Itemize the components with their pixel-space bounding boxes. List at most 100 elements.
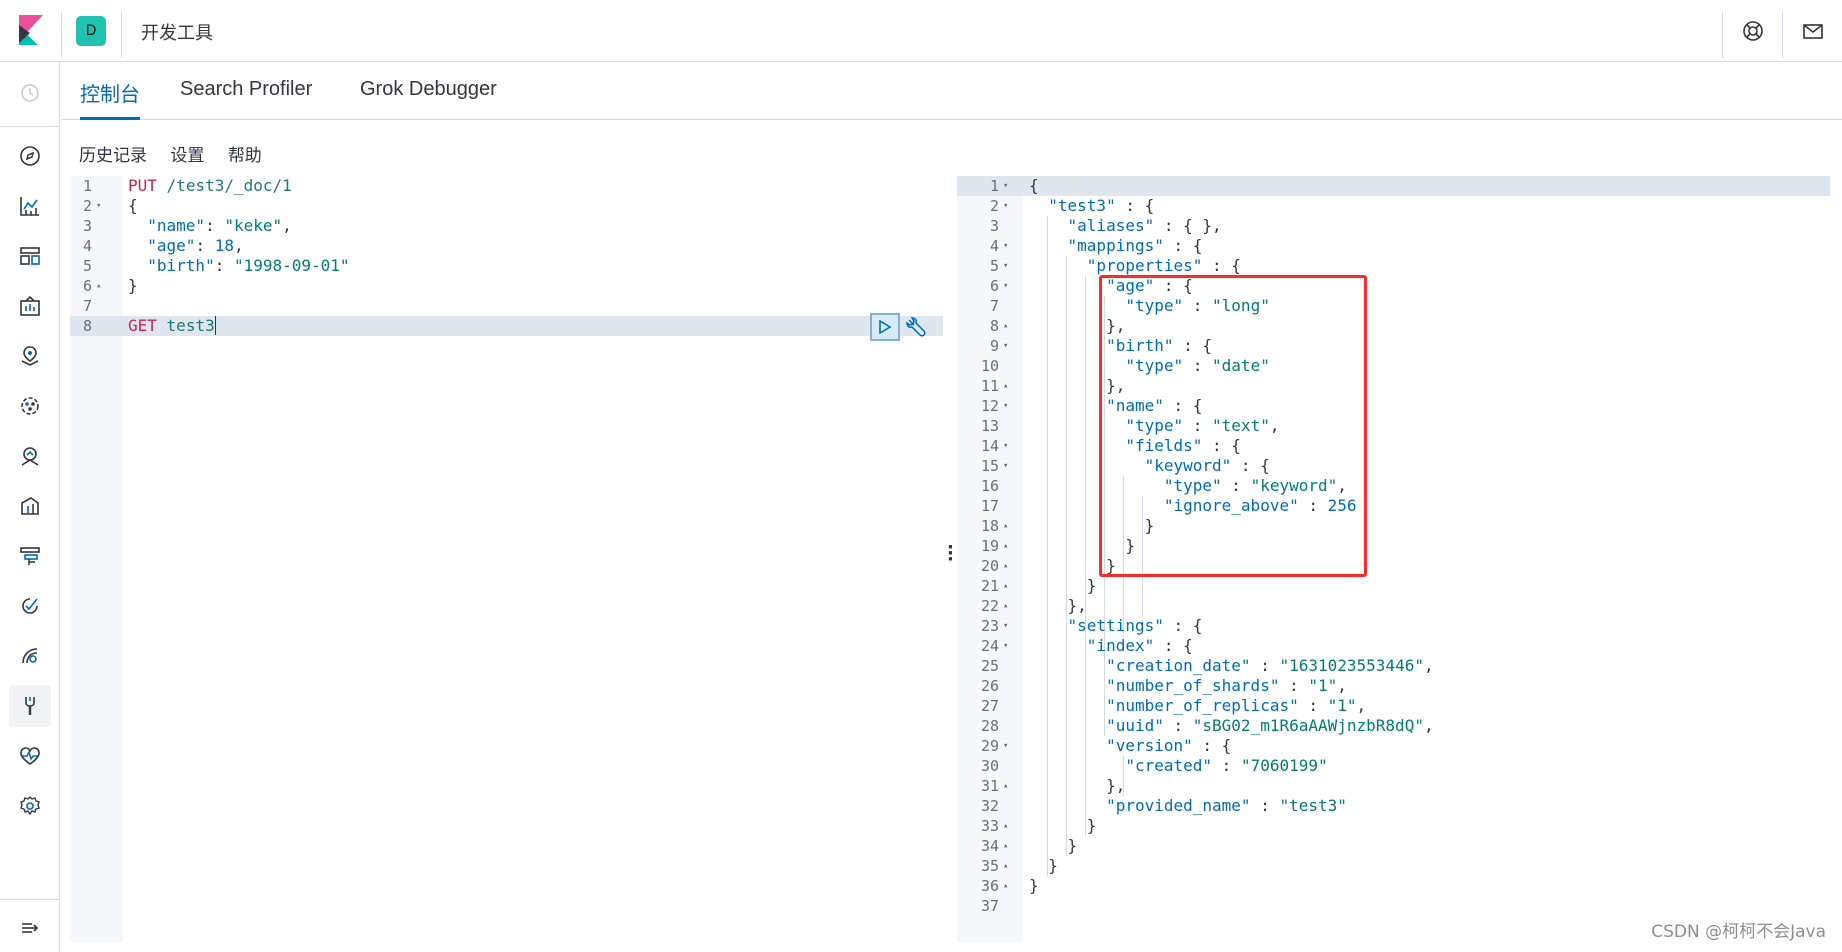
fold-toggle-icon[interactable]: ▾ xyxy=(1003,436,1008,456)
active-line-highlight xyxy=(957,176,1830,196)
line-number: 21 xyxy=(980,577,999,595)
fold-toggle-icon[interactable]: ▾ xyxy=(1003,196,1008,216)
request-line: } xyxy=(128,276,138,295)
line-number: 24 xyxy=(980,637,999,655)
siem-icon[interactable] xyxy=(15,641,45,671)
dashboard-icon[interactable] xyxy=(15,241,45,271)
line-number: 1 xyxy=(989,177,999,195)
canvas-icon[interactable] xyxy=(15,291,45,321)
response-line: }, xyxy=(1067,596,1087,615)
fold-toggle-icon[interactable]: ▴ xyxy=(1003,876,1008,896)
tab-grok-debugger[interactable]: Grok Debugger xyxy=(360,78,497,120)
monitoring-icon[interactable] xyxy=(15,741,45,771)
line-number: 22 xyxy=(980,597,999,615)
maps-icon[interactable] xyxy=(15,341,45,371)
fold-toggle-icon[interactable]: ▾ xyxy=(1003,336,1008,356)
fold-toggle-icon[interactable]: ▾ xyxy=(1003,616,1008,636)
line-number: 10 xyxy=(980,357,999,375)
history-link[interactable]: 历史记录 xyxy=(79,146,147,166)
line-number: 32 xyxy=(980,797,999,815)
line-number: 11 xyxy=(980,377,999,395)
line-number: 3 xyxy=(989,217,999,235)
line-number: 29 xyxy=(980,737,999,755)
fold-toggle-icon[interactable]: ▴ xyxy=(1003,536,1008,556)
send-request-button[interactable] xyxy=(870,313,900,341)
fold-toggle-icon[interactable]: ▴ xyxy=(1003,376,1008,396)
fold-toggle-icon[interactable]: ▴ xyxy=(96,276,101,296)
tab-search-profiler[interactable]: Search Profiler xyxy=(180,78,312,120)
fold-toggle-icon[interactable]: ▴ xyxy=(1003,596,1008,616)
response-line: } xyxy=(1086,576,1097,595)
response-line: } xyxy=(1048,856,1058,875)
response-line: } xyxy=(1086,816,1097,835)
line-number: 27 xyxy=(980,697,999,715)
response-line: { xyxy=(1029,176,1039,195)
fold-toggle-icon[interactable]: ▾ xyxy=(1003,276,1008,296)
fold-toggle-icon[interactable]: ▾ xyxy=(1003,236,1008,256)
clock-icon[interactable] xyxy=(15,78,45,108)
line-number: 6 xyxy=(82,277,92,295)
line-number: 5 xyxy=(82,257,92,275)
response-line: "test3" : { xyxy=(1048,196,1155,215)
line-number: 23 xyxy=(980,617,999,635)
infrastructure-icon[interactable] xyxy=(15,441,45,471)
line-number: 26 xyxy=(980,677,999,695)
ml-icon[interactable] xyxy=(15,391,45,421)
page-title: 开发工具 xyxy=(141,23,213,44)
fold-toggle-icon[interactable]: ▴ xyxy=(1003,776,1008,796)
line-number: 33 xyxy=(980,817,999,835)
line-number: 8 xyxy=(82,317,92,335)
fold-toggle-icon[interactable]: ▾ xyxy=(1003,736,1008,756)
mail-icon[interactable] xyxy=(1800,18,1826,44)
request-actions-button[interactable] xyxy=(902,313,930,341)
line-number: 1 xyxy=(82,177,92,195)
line-number: 20 xyxy=(980,557,999,575)
chart-icon[interactable] xyxy=(15,191,45,221)
response-line: "aliases" : { }, xyxy=(1067,216,1222,235)
fold-toggle-icon[interactable]: ▾ xyxy=(1003,636,1008,656)
tab-console[interactable]: 控制台 xyxy=(80,78,140,120)
line-number: 16 xyxy=(980,477,999,495)
space-avatar[interactable]: D xyxy=(76,16,106,46)
request-editor[interactable]: 1 2 ▾ 3 4 5 6 ▴ 7 8 PUT /test3/_doc/1 { "name": "… xyxy=(70,176,943,942)
help-lifebuoy-icon[interactable] xyxy=(1740,18,1766,44)
management-icon[interactable] xyxy=(15,791,45,821)
dev-tools-icon[interactable] xyxy=(9,685,51,727)
annotation-highlight-box xyxy=(1099,275,1367,577)
apm-icon[interactable] xyxy=(15,541,45,571)
response-line: "version" : { xyxy=(1106,736,1232,755)
fold-toggle-icon[interactable]: ▴ xyxy=(1003,816,1008,836)
compass-icon[interactable] xyxy=(15,141,45,171)
fold-toggle-icon[interactable]: ▴ xyxy=(1003,856,1008,876)
logs-icon[interactable] xyxy=(15,491,45,521)
response-editor: 1 ▾ 2 ▾ 3 4 ▾ 5 ▾ 6 ▾ 7 8 ▴ 9 ▾ 10 11 ▴ 12 ▾ 13 14 ▾ 15 ▾ 16 17 18 ▴ 1… xyxy=(957,176,1830,942)
help-link[interactable]: 帮助 xyxy=(228,146,262,166)
fold-toggle-icon[interactable]: ▴ xyxy=(1003,556,1008,576)
settings-link[interactable]: 设置 xyxy=(170,146,204,166)
request-line: PUT /test3/_doc/1 xyxy=(128,176,292,195)
fold-toggle-icon[interactable]: ▾ xyxy=(96,196,101,216)
line-number: 19 xyxy=(980,537,999,555)
uptime-icon[interactable] xyxy=(15,591,45,621)
fold-toggle-icon[interactable]: ▾ xyxy=(1003,176,1008,196)
dev-tools-tabs: 控制台 Search Profiler Grok Debugger xyxy=(61,62,1842,120)
line-number: 3 xyxy=(82,217,92,235)
kibana-logo-icon[interactable] xyxy=(16,15,46,45)
fold-toggle-icon[interactable]: ▾ xyxy=(1003,396,1008,416)
nav-separator xyxy=(0,126,60,127)
fold-toggle-icon[interactable]: ▾ xyxy=(1003,456,1008,476)
fold-toggle-icon[interactable]: ▴ xyxy=(1003,576,1008,596)
fold-toggle-icon[interactable]: ▴ xyxy=(1003,316,1008,336)
line-number: 14 xyxy=(980,437,999,455)
fold-toggle-icon[interactable]: ▴ xyxy=(1003,516,1008,536)
pane-resize-handle[interactable]: · · · xyxy=(947,539,954,569)
line-number: 37 xyxy=(980,897,999,915)
header-divider xyxy=(1722,12,1723,58)
line-number: 31 xyxy=(980,777,999,795)
collapse-icon[interactable] xyxy=(15,913,45,943)
response-line: "provided_name" : "test3" xyxy=(1106,796,1347,815)
fold-toggle-icon[interactable]: ▾ xyxy=(1003,256,1008,276)
fold-toggle-icon[interactable]: ▴ xyxy=(1003,836,1008,856)
line-number: 30 xyxy=(980,757,999,775)
line-number: 6 xyxy=(989,277,999,295)
